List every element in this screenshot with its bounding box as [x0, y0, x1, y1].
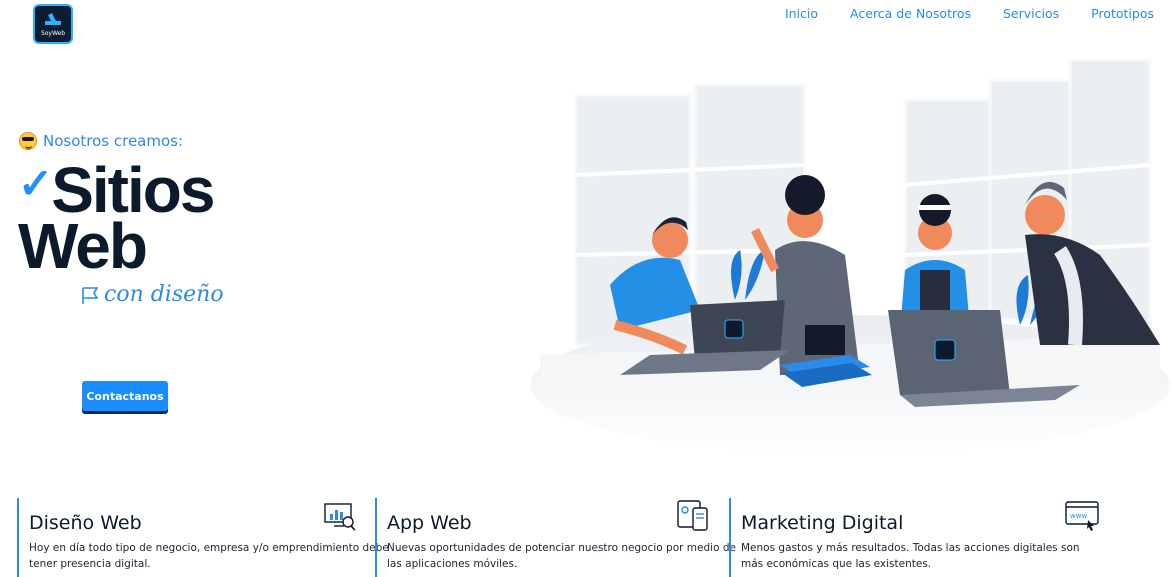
- contact-button[interactable]: Contactanos: [82, 381, 168, 411]
- team-illustration: [530, 58, 1170, 455]
- subline-text: con diseño: [104, 282, 224, 307]
- flag-icon: [82, 286, 99, 304]
- main-nav: Inicio Acerca de Nosotros Servicios Prot…: [753, 6, 1154, 21]
- service-description: Hoy en día todo tipo de negocio, empresa…: [29, 542, 389, 570]
- service-title: App Web: [387, 512, 472, 534]
- svg-text:www: www: [1070, 512, 1087, 520]
- devices-icon: [677, 500, 708, 531]
- tagline-text: Nosotros creamos:: [43, 132, 184, 150]
- hero-subline: con diseño: [80, 282, 224, 307]
- service-card-marketing[interactable]: www Marketing Digital Menos gastos y más…: [729, 498, 1109, 577]
- sunglasses-emoji-icon: [19, 132, 37, 150]
- service-title: Marketing Digital: [741, 512, 904, 534]
- headline-line-2: Web: [18, 210, 148, 282]
- service-description: Menos gastos y más resultados. Todas las…: [741, 542, 1080, 570]
- nav-link-inicio[interactable]: Inicio: [785, 6, 818, 21]
- nav-link-acerca[interactable]: Acerca de Nosotros: [850, 6, 971, 21]
- logo-mark-icon: [45, 13, 61, 25]
- service-card-diseno-web[interactable]: Diseño Web Hoy en día todo tipo de negoc…: [17, 498, 389, 577]
- brand-logo[interactable]: SoyWeb: [33, 4, 73, 44]
- hero-tagline: Nosotros creamos:: [19, 132, 183, 150]
- check-icon: ✓: [18, 160, 54, 207]
- browser-www-icon: www: [1065, 501, 1099, 531]
- nav-link-prototipos[interactable]: Prototipos: [1091, 6, 1154, 21]
- service-card-app-web[interactable]: App Web Nuevas oportunidades de potencia…: [375, 498, 736, 577]
- service-title: Diseño Web: [29, 512, 142, 534]
- hero-headline: ✓Sitios Web: [18, 156, 215, 278]
- service-description: Nuevas oportunidades de potenciar nuestr…: [387, 542, 736, 570]
- nav-link-servicios[interactable]: Servicios: [1003, 6, 1059, 21]
- analytics-monitor-icon: [324, 503, 356, 531]
- logo-text: SoyWeb: [40, 30, 66, 37]
